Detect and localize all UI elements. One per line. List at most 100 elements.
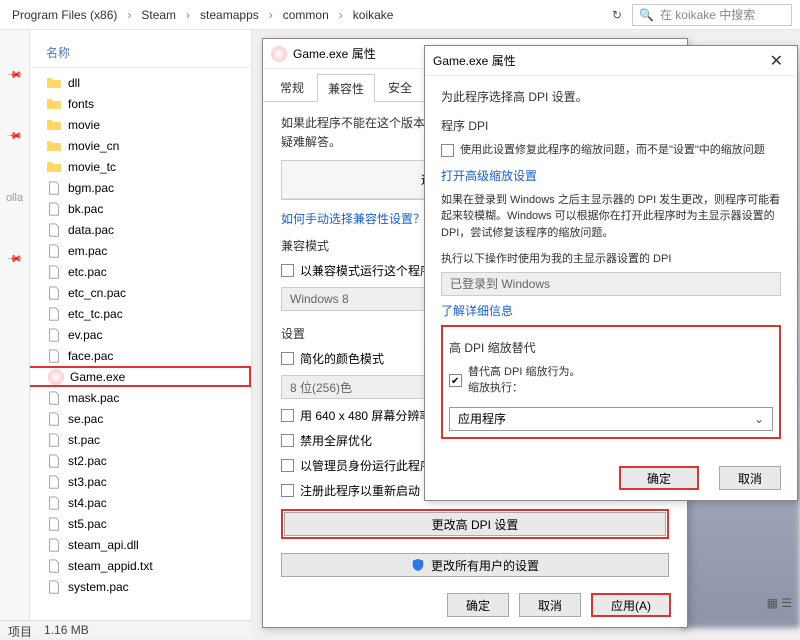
file-icon <box>46 411 62 427</box>
file-row[interactable]: movie_cn <box>0 135 251 156</box>
file-name: steam_api.dll <box>68 538 139 552</box>
file-row[interactable]: system.pac <box>0 576 251 597</box>
file-row[interactable]: etc.pac <box>0 261 251 282</box>
file-row[interactable]: st5.pac <box>0 513 251 534</box>
fullscreen-opt-label: 禁用全屏优化 <box>300 432 372 449</box>
apply-button[interactable]: 应用(A) <box>591 593 671 617</box>
ok-button[interactable]: 确定 <box>447 593 509 617</box>
file-name: system.pac <box>68 580 129 594</box>
refresh-icon[interactable]: ↻ <box>602 8 632 22</box>
breadcrumb-bar: Program Files (x86)› Steam› steamapps› c… <box>0 0 800 30</box>
file-name: data.pac <box>68 223 114 237</box>
file-row[interactable]: movie <box>0 114 251 135</box>
reduced-color-checkbox[interactable] <box>281 352 294 365</box>
file-icon <box>46 264 62 280</box>
advanced-scaling-link[interactable]: 打开高级缩放设置 <box>441 167 781 184</box>
view-mode-icons[interactable]: ▦ ☰ <box>767 596 792 610</box>
crumb-0[interactable]: Program Files (x86) <box>8 8 121 22</box>
file-icon <box>46 222 62 238</box>
dpi-override-title: 高 DPI 缩放替代 <box>449 339 773 356</box>
file-icon <box>46 453 62 469</box>
file-row[interactable]: steam_appid.txt <box>0 555 251 576</box>
file-explorer-pane: 名称 dll fontsmoviemovie_cn movie_tc bgm.pac b… <box>0 30 252 620</box>
file-row[interactable]: st3.pac <box>0 471 251 492</box>
resolution-checkbox[interactable] <box>281 409 294 422</box>
file-row[interactable]: movie_tc <box>0 156 251 177</box>
file-icon <box>46 579 62 595</box>
file-name: face.pac <box>68 349 113 363</box>
file-row[interactable]: etc_cn.pac <box>0 282 251 303</box>
file-name: st3.pac <box>68 475 107 489</box>
file-row[interactable]: ev.pac <box>0 324 251 345</box>
search-placeholder: 在 koikake 中搜索 <box>660 6 755 23</box>
cancel-button[interactable]: 取消 <box>519 593 581 617</box>
file-icon <box>46 432 62 448</box>
file-name: st.pac <box>68 433 100 447</box>
file-row[interactable]: Game.exe <box>0 366 251 387</box>
file-row[interactable]: st2.pac <box>0 450 251 471</box>
file-icon <box>46 474 62 490</box>
file-icon <box>46 516 62 532</box>
dpi-heading: 为此程序选择高 DPI 设置。 <box>441 88 781 107</box>
change-dpi-button[interactable]: 更改高 DPI 设置 <box>284 512 666 536</box>
status-bar: 项目 1.16 MB <box>0 620 252 638</box>
search-input[interactable]: 🔍 在 koikake 中搜索 <box>632 4 792 26</box>
dpi-override-select[interactable]: 应用程序 ⌄ <box>449 407 773 431</box>
file-name: se.pac <box>68 412 103 426</box>
file-row[interactable]: face.pac <box>0 345 251 366</box>
folder-icon <box>46 138 62 154</box>
folder-icon <box>46 159 62 175</box>
tab-security[interactable]: 安全 <box>377 73 423 101</box>
compat-mode-checkbox[interactable] <box>281 264 294 277</box>
file-row[interactable]: bgm.pac <box>0 177 251 198</box>
file-row[interactable]: bk.pac <box>0 198 251 219</box>
dpi-override-checkbox[interactable] <box>449 374 462 387</box>
crumb-4[interactable]: koikake <box>349 8 398 22</box>
file-row[interactable]: dll <box>0 72 251 93</box>
admin-label: 以管理员身份运行此程序 <box>300 457 432 474</box>
file-row[interactable]: st.pac <box>0 429 251 450</box>
sidebar-text: olla <box>6 192 23 204</box>
tab-compatibility[interactable]: 兼容性 <box>317 74 375 102</box>
exe-icon <box>271 46 287 62</box>
file-row[interactable]: etc_tc.pac <box>0 303 251 324</box>
file-row[interactable]: mask.pac <box>0 387 251 408</box>
fullscreen-opt-checkbox[interactable] <box>281 434 294 447</box>
dpi-cancel-button[interactable]: 取消 <box>719 466 781 490</box>
file-name: bgm.pac <box>68 181 114 195</box>
crumb-3[interactable]: common <box>279 8 333 22</box>
file-row[interactable]: em.pac <box>0 240 251 261</box>
crumb-1[interactable]: Steam <box>137 8 180 22</box>
file-row[interactable]: fonts <box>0 93 251 114</box>
column-header-name[interactable]: 名称 <box>0 38 251 68</box>
file-name: movie_tc <box>68 160 116 174</box>
file-row[interactable]: st4.pac <box>0 492 251 513</box>
file-name: dll <box>68 76 80 90</box>
file-icon <box>46 243 62 259</box>
pin-icon: 📌 <box>6 128 23 145</box>
register-restart-label: 注册此程序以重新启动 <box>300 482 420 499</box>
file-icon <box>46 285 62 301</box>
shield-icon <box>411 558 425 572</box>
file-row[interactable]: data.pac <box>0 219 251 240</box>
file-row[interactable]: steam_api.dll <box>0 534 251 555</box>
file-row[interactable]: se.pac <box>0 408 251 429</box>
tab-general[interactable]: 常规 <box>269 73 315 101</box>
change-all-users-button[interactable]: 更改所有用户的设置 <box>281 553 669 577</box>
dpi-override-sublabel: 缩放执行： <box>468 380 580 397</box>
file-icon <box>46 495 62 511</box>
file-name: st4.pac <box>68 496 107 510</box>
detail-link[interactable]: 了解详细信息 <box>441 302 781 319</box>
file-name: etc_cn.pac <box>68 286 126 300</box>
register-restart-checkbox[interactable] <box>281 484 294 497</box>
fix-scaling-checkbox[interactable] <box>441 144 454 157</box>
compat-mode-label: 以兼容模式运行这个程序： <box>300 262 444 279</box>
dialog-title: Game.exe 属性 <box>293 45 376 62</box>
admin-checkbox[interactable] <box>281 459 294 472</box>
dpi-ok-button[interactable]: 确定 <box>619 466 699 490</box>
close-icon[interactable]: ✕ <box>764 51 789 71</box>
file-name: Game.exe <box>70 370 125 384</box>
dpi-when-select[interactable]: 已登录到 Windows <box>441 272 781 296</box>
crumb-2[interactable]: steamapps <box>196 8 263 22</box>
file-name: etc.pac <box>68 265 107 279</box>
